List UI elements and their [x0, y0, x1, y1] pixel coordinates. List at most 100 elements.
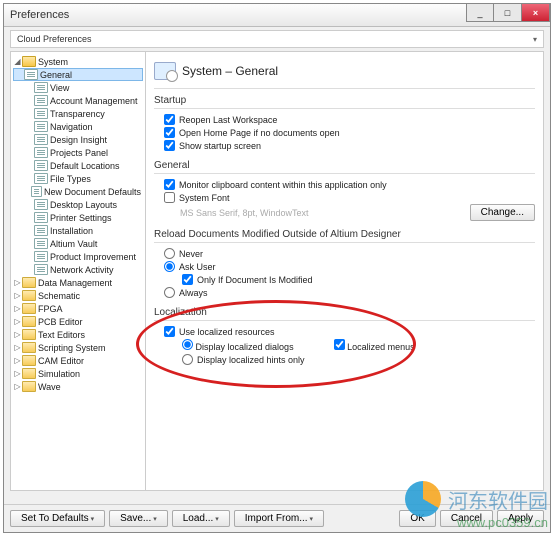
tree-node-scripting-system[interactable]: ▷Scripting System — [13, 341, 143, 354]
tree-node-data-management[interactable]: ▷Data Management — [13, 276, 143, 289]
folder-icon — [22, 303, 36, 314]
tree-node-transparency[interactable]: Transparency — [13, 107, 143, 120]
tree-node-installation[interactable]: Installation — [13, 224, 143, 237]
tree-node-system[interactable]: ◢ System — [13, 55, 143, 68]
main-panel: System – General Startup Reopen Last Wor… — [146, 51, 544, 491]
display-hints-radio[interactable] — [182, 354, 193, 365]
font-sample: MS Sans Serif, 8pt, WindowText — [180, 208, 309, 218]
tree-node-schematic[interactable]: ▷Schematic — [13, 289, 143, 302]
cancel-button[interactable]: Cancel — [440, 510, 493, 527]
expand-icon[interactable]: ▷ — [13, 317, 22, 326]
load-button[interactable]: Load... — [172, 510, 230, 527]
page-icon — [34, 212, 48, 223]
group-title: Localization — [154, 307, 535, 321]
page-icon — [34, 238, 48, 249]
page-icon — [34, 147, 48, 158]
folder-icon — [22, 368, 36, 379]
page-icon — [34, 199, 48, 210]
tree-node-fpga[interactable]: ▷FPGA — [13, 302, 143, 315]
folder-icon — [22, 290, 36, 301]
reload-never-radio[interactable] — [164, 248, 175, 259]
apply-button[interactable]: Apply — [497, 510, 544, 527]
localized-menus-checkbox[interactable] — [334, 339, 345, 350]
page-icon — [34, 108, 48, 119]
ok-button[interactable]: OK — [399, 510, 435, 527]
expand-icon[interactable]: ▷ — [13, 330, 22, 339]
cloud-preferences-bar[interactable]: Cloud Preferences ▾ — [10, 30, 544, 48]
cloud-label: Cloud Preferences — [17, 34, 92, 44]
page-icon — [34, 225, 48, 236]
folder-icon — [22, 329, 36, 340]
folder-icon — [22, 355, 36, 366]
open-home-checkbox[interactable] — [164, 127, 175, 138]
monitor-clipboard-checkbox[interactable] — [164, 179, 175, 190]
page-icon — [24, 69, 38, 80]
group-title: Startup — [154, 95, 535, 109]
close-button[interactable]: × — [522, 4, 550, 22]
tree-node-pcb-editor[interactable]: ▷PCB Editor — [13, 315, 143, 328]
group-title: Reload Documents Modified Outside of Alt… — [154, 229, 535, 243]
save-button[interactable]: Save... — [109, 510, 168, 527]
folder-icon — [22, 381, 36, 392]
tree-node-projects-panel[interactable]: Projects Panel — [13, 146, 143, 159]
tree-node-default-locations[interactable]: Default Locations — [13, 159, 143, 172]
expand-icon[interactable]: ▷ — [13, 382, 22, 391]
minimize-button[interactable]: _ — [466, 4, 494, 22]
page-icon — [34, 134, 48, 145]
page-icon — [34, 251, 48, 262]
page-icon — [34, 173, 48, 184]
tree-node-network-activity[interactable]: Network Activity — [13, 263, 143, 276]
tree-node-navigation[interactable]: Navigation — [13, 120, 143, 133]
preferences-window: Preferences _ □ × Cloud Preferences ▾ ◢ … — [3, 3, 551, 533]
collapse-icon[interactable]: ◢ — [13, 57, 22, 66]
page-icon — [34, 82, 48, 93]
change-font-button[interactable]: Change... — [470, 204, 535, 221]
group-startup: Startup Reopen Last Workspace Open Home … — [154, 95, 535, 152]
only-if-modified-checkbox[interactable] — [182, 274, 193, 285]
expand-icon[interactable]: ▷ — [13, 369, 22, 378]
group-title: General — [154, 160, 535, 174]
group-localization: Localization Use localized resources Dis… — [154, 307, 535, 366]
page-icon — [34, 121, 48, 132]
tree-node-text-editors[interactable]: ▷Text Editors — [13, 328, 143, 341]
page-icon — [34, 160, 48, 171]
tree-node-file-types[interactable]: File Types — [13, 172, 143, 185]
reload-ask-radio[interactable] — [164, 261, 175, 272]
expand-icon[interactable]: ▷ — [13, 343, 22, 352]
use-localized-checkbox[interactable] — [164, 326, 175, 337]
folder-icon — [22, 342, 36, 353]
tree-node-product-improvement[interactable]: Product Improvement — [13, 250, 143, 263]
reload-always-radio[interactable] — [164, 287, 175, 298]
expand-icon[interactable]: ▷ — [13, 278, 22, 287]
set-defaults-button[interactable]: Set To Defaults — [10, 510, 105, 527]
tree-node-altium-vault[interactable]: Altium Vault — [13, 237, 143, 250]
import-from-button[interactable]: Import From... — [234, 510, 324, 527]
tree-node-cam-editor[interactable]: ▷CAM Editor — [13, 354, 143, 367]
folder-icon — [22, 316, 36, 327]
tree-node-account[interactable]: Account Management — [13, 94, 143, 107]
nav-tree[interactable]: ◢ System General View Account Management… — [10, 51, 146, 491]
folder-open-icon — [22, 56, 36, 67]
show-startup-checkbox[interactable] — [164, 140, 175, 151]
system-font-checkbox[interactable] — [164, 192, 175, 203]
expand-icon[interactable]: ▷ — [13, 304, 22, 313]
tree-node-printer-settings[interactable]: Printer Settings — [13, 211, 143, 224]
titlebar: Preferences _ □ × — [4, 4, 550, 27]
tree-node-new-doc-defaults[interactable]: New Document Defaults — [13, 185, 143, 198]
expand-icon[interactable]: ▷ — [13, 291, 22, 300]
tree-node-general[interactable]: General — [13, 68, 143, 81]
maximize-button[interactable]: □ — [494, 4, 522, 22]
tree-node-view[interactable]: View — [13, 81, 143, 94]
reopen-workspace-checkbox[interactable] — [164, 114, 175, 125]
expand-icon[interactable]: ▷ — [13, 356, 22, 365]
search-page-icon — [154, 62, 176, 80]
tree-node-desktop-layouts[interactable]: Desktop Layouts — [13, 198, 143, 211]
tree-node-simulation[interactable]: ▷Simulation — [13, 367, 143, 380]
chevron-down-icon: ▾ — [533, 35, 537, 44]
display-dialogs-radio[interactable] — [182, 339, 193, 350]
group-general: General Monitor clipboard content within… — [154, 160, 535, 221]
page-icon — [34, 95, 48, 106]
tree-node-design-insight[interactable]: Design Insight — [13, 133, 143, 146]
page-icon — [31, 186, 42, 197]
tree-node-wave[interactable]: ▷Wave — [13, 380, 143, 393]
